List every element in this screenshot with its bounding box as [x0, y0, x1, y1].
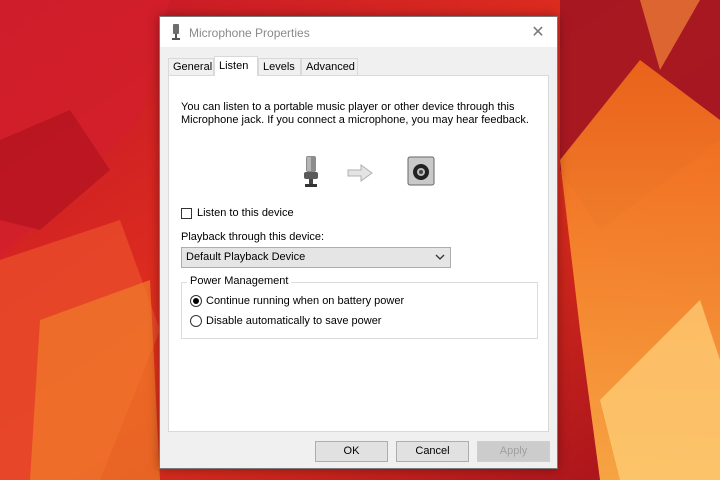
close-icon: ✕: [531, 24, 545, 41]
arrow-right-icon: [347, 164, 373, 182]
title-bar[interactable]: Microphone Properties ✕: [160, 17, 557, 47]
radio-disable-automatically-row[interactable]: Disable automatically to save power: [190, 314, 381, 328]
tab-levels[interactable]: Levels: [258, 58, 301, 75]
playback-device-label: Playback through this device:: [181, 231, 325, 243]
microphone-properties-dialog: Microphone Properties ✕ General Listen L…: [159, 16, 558, 469]
microphone-icon: [172, 24, 180, 40]
listen-checkbox-row[interactable]: Listen to this device: [181, 206, 294, 220]
listen-checkbox-label: Listen to this device: [197, 207, 294, 219]
cancel-button[interactable]: Cancel: [396, 441, 469, 462]
tab-general[interactable]: General: [168, 58, 214, 75]
playback-device-value: Default Playback Device: [186, 251, 306, 263]
radio-continue-running-label: Continue running when on battery power: [206, 295, 405, 307]
ok-button[interactable]: OK: [315, 441, 388, 462]
close-button[interactable]: ✕: [519, 17, 557, 47]
listen-checkbox[interactable]: [181, 207, 192, 219]
speaker-icon: [407, 156, 435, 186]
listen-panel: You can listen to a portable music playe…: [168, 75, 549, 432]
playback-device-select[interactable]: Default Playback Device: [181, 247, 451, 268]
apply-button[interactable]: Apply: [477, 441, 550, 462]
radio-disable-automatically-label: Disable automatically to save power: [206, 315, 382, 327]
radio-disable-automatically[interactable]: [190, 315, 202, 327]
window-title: Microphone Properties: [189, 26, 310, 40]
microphone-device-icon: [304, 156, 318, 187]
chevron-down-icon: [435, 254, 445, 260]
listen-description: You can listen to a portable music playe…: [181, 101, 529, 126]
radio-continue-running-row[interactable]: Continue running when on battery power: [190, 294, 404, 308]
power-management-title: Power Management: [187, 275, 292, 287]
radio-continue-running[interactable]: [190, 295, 202, 307]
tab-listen[interactable]: Listen: [214, 56, 258, 76]
power-management-group: Power Management Continue running when o…: [181, 275, 538, 339]
tab-advanced[interactable]: Advanced: [301, 58, 358, 75]
